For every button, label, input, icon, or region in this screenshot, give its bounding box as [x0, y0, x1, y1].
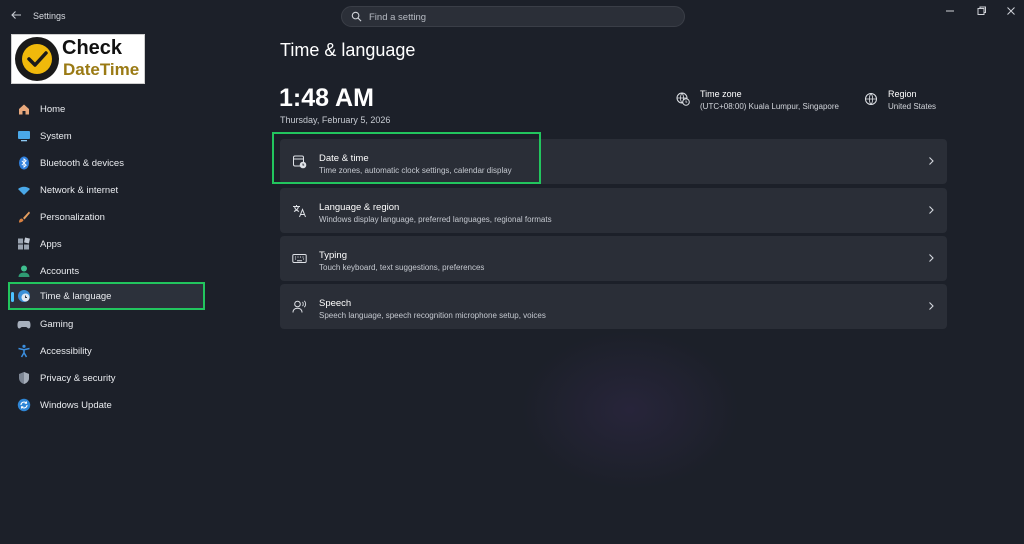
home-icon — [19, 104, 29, 115]
arrow-left-icon — [11, 11, 21, 19]
card-subtitle: Windows display language, preferred lang… — [319, 215, 552, 224]
shield-icon — [19, 372, 29, 384]
checkmark-badge-icon — [15, 37, 59, 81]
sidebar-item-personalization[interactable]: Personalization — [10, 204, 204, 230]
title-bar: Settings Find a setting — [0, 0, 1024, 34]
sidebar-item-label: Personalization — [40, 212, 105, 223]
apps-icon — [18, 237, 30, 250]
sidebar-item-label: Home — [40, 104, 66, 115]
card-title: Date & time — [319, 153, 369, 164]
speech-icon — [292, 300, 307, 313]
page-title: Time & language — [280, 40, 416, 60]
sidebar-item-time-language[interactable]: Time & language — [8, 282, 205, 310]
person-icon — [18, 265, 30, 277]
globe-clock-icon — [676, 92, 690, 106]
sidebar-item-label: System — [40, 131, 72, 142]
app-title: Settings — [33, 11, 66, 21]
minimize-icon[interactable] — [940, 4, 960, 18]
card-subtitle: Touch keyboard, text suggestions, prefer… — [319, 263, 485, 272]
sidebar-item-accounts[interactable]: Accounts — [10, 258, 204, 284]
sidebar-item-apps[interactable]: Apps — [10, 231, 204, 257]
sidebar-item-label: Gaming — [40, 319, 74, 330]
sidebar-item-home[interactable]: Home — [10, 96, 204, 122]
sidebar-item-label: Time & language — [40, 291, 112, 302]
card-subtitle: Time zones, automatic clock settings, ca… — [319, 166, 512, 175]
bluetooth-icon — [19, 156, 29, 170]
accessibility-icon — [18, 344, 30, 358]
search-placeholder: Find a setting — [369, 12, 427, 23]
card-subtitle: Speech language, speech recognition micr… — [319, 311, 546, 320]
sidebar-item-bluetooth[interactable]: Bluetooth & devices — [10, 150, 204, 176]
sidebar-item-windows-update[interactable]: Windows Update — [10, 392, 204, 418]
timezone-value: (UTC+08:00) Kuala Lumpur, Singapore — [700, 102, 839, 111]
keyboard-icon — [292, 254, 307, 263]
sidebar-item-label: Apps — [40, 239, 62, 250]
sidebar-item-accessibility[interactable]: Accessibility — [10, 338, 204, 364]
current-time: 1:48 AM — [279, 84, 374, 112]
sidebar-item-label: Bluetooth & devices — [40, 158, 124, 169]
card-title: Speech — [319, 298, 352, 309]
card-typing[interactable]: Typing Touch keyboard, text suggestions,… — [280, 236, 947, 281]
logo-text-datetime: DateTime — [63, 60, 140, 79]
sidebar-item-label: Accounts — [40, 266, 80, 277]
calendar-clock-icon — [293, 155, 307, 169]
restore-icon[interactable] — [971, 4, 991, 18]
update-icon — [17, 398, 31, 412]
sidebar-item-network[interactable]: Network & internet — [10, 177, 204, 203]
globe-icon — [865, 93, 877, 105]
sidebar-item-label: Windows Update — [40, 400, 112, 411]
sidebar-item-label: Accessibility — [40, 346, 92, 357]
region-value: United States — [888, 102, 937, 111]
card-date-time[interactable]: Date & time Time zones, automatic clock … — [280, 139, 947, 184]
card-title: Language & region — [319, 202, 400, 213]
sidebar-item-label: Privacy & security — [40, 373, 116, 384]
brush-icon — [19, 211, 30, 223]
chevron-right-icon — [929, 302, 934, 310]
card-title: Typing — [319, 250, 347, 261]
logo-text-check: Check — [62, 37, 123, 59]
region-title: Region — [888, 89, 917, 99]
sidebar-item-gaming[interactable]: Gaming — [10, 311, 204, 337]
background-glow — [520, 330, 740, 490]
close-icon[interactable] — [1001, 4, 1021, 18]
search-input[interactable]: Find a setting — [341, 6, 685, 27]
wifi-icon — [18, 186, 30, 195]
language-icon — [293, 205, 306, 218]
timezone-title: Time zone — [700, 89, 742, 99]
card-speech[interactable]: Speech Speech language, speech recogniti… — [280, 284, 947, 329]
sidebar-item-system[interactable]: System — [10, 123, 204, 149]
controller-icon — [17, 321, 31, 329]
current-date: Thursday, February 5, 2026 — [280, 115, 391, 125]
card-language-region[interactable]: Language & region Windows display langua… — [280, 188, 947, 233]
chevron-right-icon — [929, 206, 934, 214]
sidebar-item-privacy[interactable]: Privacy & security — [10, 365, 204, 391]
check-datetime-logo: Check DateTime — [11, 34, 145, 84]
chevron-right-icon — [929, 254, 934, 262]
active-indicator — [11, 292, 14, 302]
chevron-right-icon — [929, 157, 934, 165]
globe-clock-icon — [18, 290, 30, 302]
monitor-icon — [18, 131, 30, 142]
sidebar-item-label: Network & internet — [40, 185, 119, 196]
back-button[interactable] — [8, 9, 24, 25]
search-icon — [351, 11, 362, 22]
